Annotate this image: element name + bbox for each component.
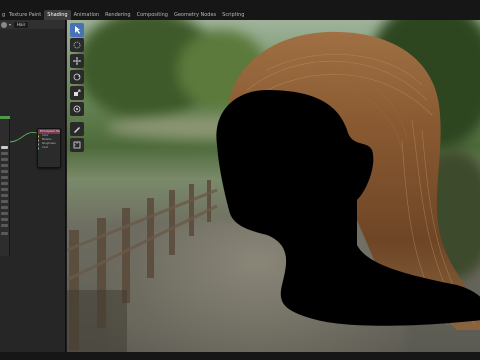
chevron-down-icon[interactable]: ▾ [9, 22, 11, 27]
move-tool[interactable] [70, 54, 84, 68]
viewport-toolbar [68, 20, 86, 152]
list-item[interactable] [1, 158, 8, 161]
material-slot-list[interactable] [0, 116, 10, 256]
select-cursor-icon [75, 26, 80, 34]
tab-geometry-nodes[interactable]: Geometry Nodes [171, 10, 219, 20]
tab-rendering[interactable]: Rendering [102, 10, 134, 20]
hair-model [216, 31, 480, 330]
list-item[interactable] [1, 232, 8, 235]
tab-shading[interactable]: Shading [44, 10, 71, 20]
annotate-tool[interactable] [70, 122, 84, 136]
list-item[interactable] [1, 164, 8, 167]
shader-editor[interactable]: ▾ Hair Principled Hair Color Melanin Rou… [0, 20, 66, 352]
measure-tool[interactable] [70, 138, 84, 152]
list-item[interactable] [1, 182, 8, 185]
cursor-icon [73, 41, 81, 49]
socket-label: Color [42, 134, 49, 137]
workspace-tab-bar: g Texture Paint Shading Animation Render… [0, 0, 480, 20]
list-item[interactable] [1, 200, 8, 203]
list-item[interactable] [1, 188, 8, 191]
socket-label: Coat [42, 146, 48, 149]
list-item[interactable] [1, 152, 8, 155]
node-socket-row: Coat [38, 146, 60, 150]
scale-icon [74, 89, 81, 96]
tab-animation[interactable]: Animation [71, 10, 103, 20]
socket-label: Melanin [42, 138, 52, 141]
material-name-field[interactable]: Hair [14, 21, 29, 28]
tab-texture-paint[interactable]: Texture Paint [6, 10, 44, 20]
transform-tool[interactable] [70, 102, 84, 116]
slot-list-header [0, 116, 10, 119]
list-item[interactable] [1, 212, 8, 215]
material-sphere-icon[interactable] [1, 21, 7, 28]
rotate-icon [73, 73, 81, 81]
select-cursor-tool[interactable] [70, 23, 84, 37]
socket-label: Roughness [42, 142, 56, 145]
socket-icon[interactable] [38, 147, 39, 150]
list-item[interactable] [1, 194, 8, 197]
3d-viewport[interactable] [67, 20, 480, 352]
principled-hair-node[interactable]: Principled Hair Color Melanin Roughness … [37, 128, 61, 168]
list-item[interactable] [1, 206, 8, 209]
list-item[interactable] [1, 224, 8, 227]
list-item[interactable] [1, 170, 8, 173]
rotate-tool[interactable] [70, 70, 84, 84]
cursor-tool[interactable] [70, 38, 84, 52]
measure-icon [73, 141, 81, 149]
move-icon [73, 57, 81, 65]
annotate-icon [74, 127, 80, 133]
shader-editor-header: ▾ Hair [0, 20, 65, 29]
blender-window: g Texture Paint Shading Animation Render… [0, 0, 480, 360]
list-item[interactable] [1, 146, 8, 149]
status-bar [0, 352, 480, 360]
transform-icon [73, 105, 81, 113]
scale-tool[interactable] [70, 86, 84, 100]
list-item[interactable] [1, 176, 8, 179]
tab-compositing[interactable]: Compositing [134, 10, 171, 20]
tab-scripting[interactable]: Scripting [219, 10, 247, 20]
list-item[interactable] [1, 218, 8, 221]
